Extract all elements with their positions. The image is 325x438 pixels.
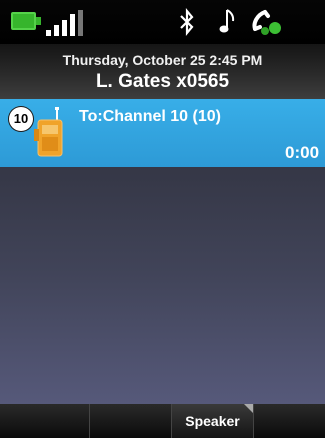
- softkey-1[interactable]: [0, 404, 90, 438]
- signal-icon: [46, 10, 86, 36]
- header-info: Thursday, October 25 2:45 PM L. Gates x0…: [0, 44, 325, 99]
- status-bar: [0, 0, 325, 44]
- main-area: [0, 167, 325, 404]
- softkey-4[interactable]: [254, 404, 325, 438]
- call-timer: 0:00: [285, 143, 320, 162]
- softkey-corner-indicator: [244, 404, 253, 413]
- speaker-softkey[interactable]: Speaker: [172, 404, 254, 438]
- music-note-icon: [219, 9, 235, 33]
- active-call-row[interactable]: 10 To:Channel 10 (10) 0:00: [0, 99, 325, 167]
- softkey-2[interactable]: [90, 404, 172, 438]
- phone-screen: Thursday, October 25 2:45 PM L. Gates x0…: [0, 0, 325, 438]
- battery-icon: [11, 12, 36, 30]
- handset-icon: [252, 10, 281, 35]
- softkey-bar: Speaker: [0, 404, 325, 438]
- channel-badge: 10: [9, 107, 33, 131]
- speaker-softkey-label: Speaker: [185, 413, 240, 429]
- bluetooth-icon: [180, 7, 194, 37]
- radio-icon: [34, 107, 63, 157]
- battery-cap: [36, 17, 41, 25]
- user-extension-label: L. Gates x0565: [95, 71, 230, 92]
- call-title: To:Channel 10 (10): [79, 108, 221, 125]
- datetime-label: Thursday, October 25 2:45 PM: [62, 52, 263, 68]
